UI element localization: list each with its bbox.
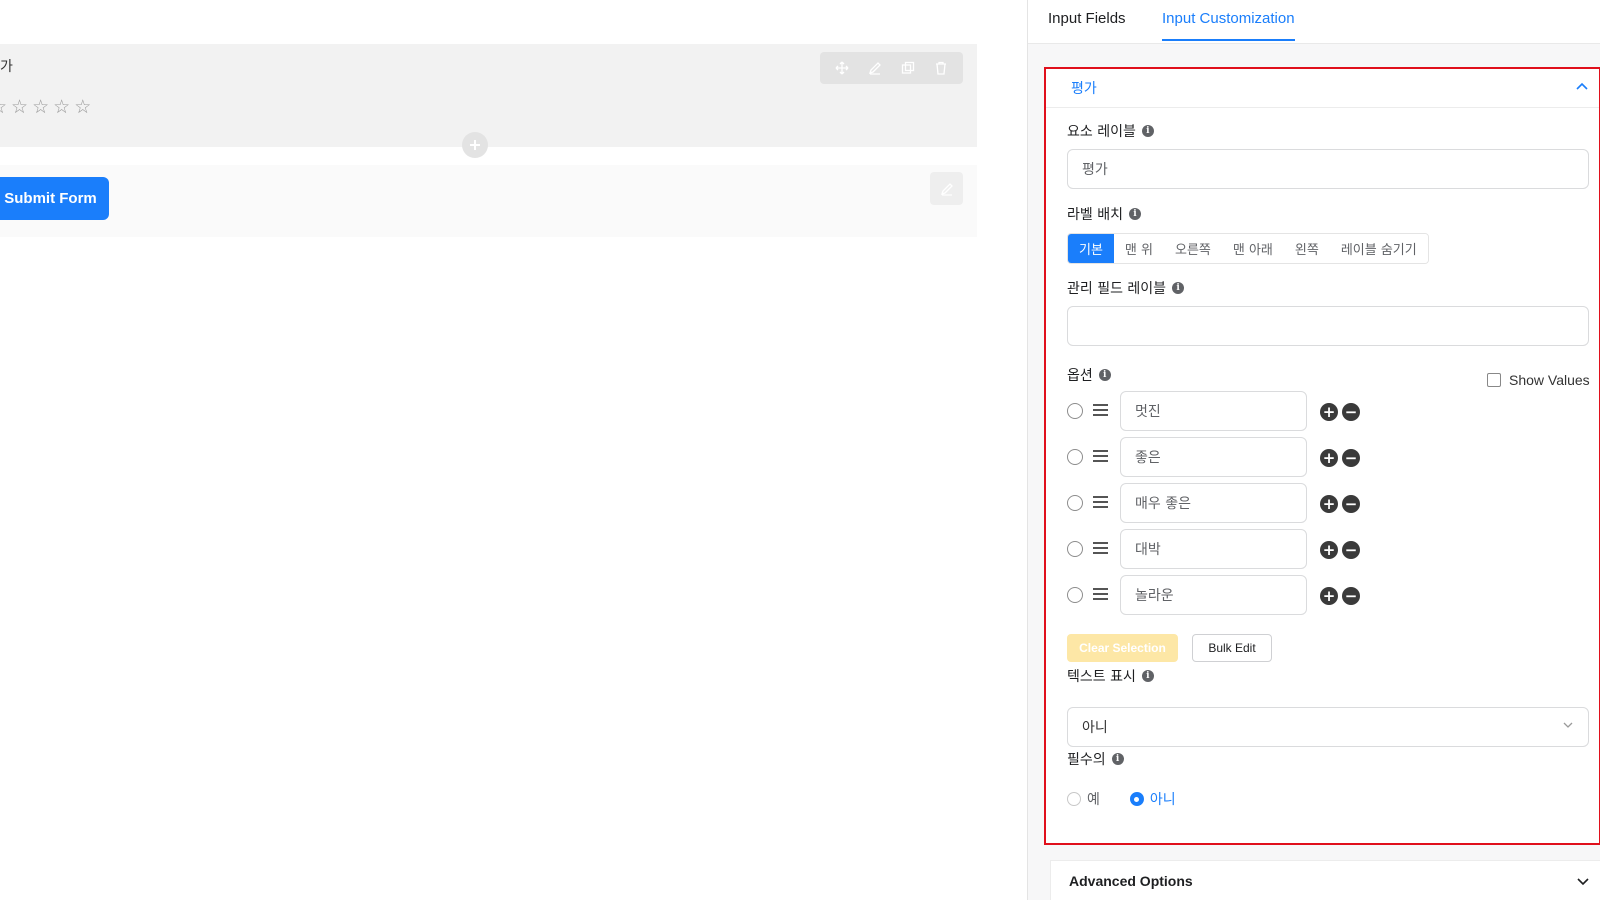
tab-input-customization[interactable]: Input Customization <box>1162 10 1295 41</box>
options-heading: 옵션 i <box>1067 365 1111 385</box>
submit-row: Submit Form <box>0 165 977 237</box>
clear-selection-button[interactable]: Clear Selection <box>1067 634 1178 662</box>
remove-option-icon[interactable]: − <box>1342 449 1360 467</box>
add-field-icon[interactable] <box>462 132 488 158</box>
option-default-radio[interactable] <box>1067 495 1083 511</box>
required-heading: 필수의 i <box>1067 749 1124 769</box>
admin-label-heading: 관리 필드 레이블 i <box>1067 278 1185 298</box>
list-item: 놀라운 + − <box>1067 575 1367 615</box>
rating-field-label: 가 <box>0 59 13 75</box>
show-values-toggle[interactable]: Show Values <box>1487 372 1590 388</box>
option-default-radio[interactable] <box>1067 449 1083 465</box>
star-icon[interactable]: ☆ <box>74 98 91 117</box>
option-input[interactable]: 멋진 <box>1120 391 1307 431</box>
placement-default[interactable]: 기본 <box>1068 234 1114 263</box>
text-display-select[interactable]: 아니 <box>1067 707 1589 747</box>
list-item: 좋은 + − <box>1067 437 1367 477</box>
option-input[interactable]: 대박 <box>1120 529 1307 569</box>
star-icon[interactable]: ☆ <box>53 98 70 117</box>
star-icon[interactable]: ☆ <box>32 98 49 117</box>
required-yes-radio[interactable] <box>1067 792 1081 806</box>
info-icon[interactable]: i <box>1128 208 1141 220</box>
drag-handle-icon[interactable] <box>1093 450 1108 465</box>
show-values-label: Show Values <box>1509 372 1590 388</box>
label-placement-group: 기본 맨 위 오른쪽 맨 아래 왼쪽 레이블 숨기기 <box>1067 233 1429 264</box>
add-option-icon[interactable]: + <box>1320 587 1338 605</box>
option-default-radio[interactable] <box>1067 587 1083 603</box>
trash-icon[interactable] <box>930 57 952 79</box>
tab-input-fields[interactable]: Input Fields <box>1048 10 1126 39</box>
drag-handle-icon[interactable] <box>1093 542 1108 557</box>
bulk-edit-button[interactable]: Bulk Edit <box>1192 634 1272 662</box>
field-toolbar <box>820 52 963 84</box>
element-label-heading: 요소 레이블 i <box>1067 121 1154 141</box>
form-canvas: 가 ☆ ☆ ☆ ☆ ☆ Submit Form <box>0 0 1027 900</box>
list-item: 대박 + − <box>1067 529 1367 569</box>
remove-option-icon[interactable]: − <box>1342 495 1360 513</box>
element-label-input[interactable]: 평가 <box>1067 149 1589 189</box>
label-placement-text: 라벨 배치 <box>1067 207 1123 223</box>
rating-stars: ☆ ☆ ☆ ☆ ☆ <box>0 98 91 117</box>
drag-handle-icon[interactable] <box>1093 588 1108 603</box>
option-input[interactable]: 놀라운 <box>1120 575 1307 615</box>
placement-top[interactable]: 맨 위 <box>1113 234 1164 263</box>
admin-label-input[interactable] <box>1067 306 1589 346</box>
required-yes-label[interactable]: 예 <box>1087 789 1100 809</box>
panel-tabs: Input Fields Input Customization <box>1028 0 1600 44</box>
option-default-radio[interactable] <box>1067 403 1083 419</box>
label-placement-heading: 라벨 배치 i <box>1067 204 1141 224</box>
advanced-options-title: Advanced Options <box>1069 873 1193 889</box>
placement-bottom[interactable]: 맨 아래 <box>1221 234 1284 263</box>
list-item: 매우 좋은 + − <box>1067 483 1367 523</box>
info-icon[interactable]: i <box>1141 670 1154 682</box>
placement-left[interactable]: 왼쪽 <box>1283 234 1330 263</box>
show-values-checkbox[interactable] <box>1487 373 1501 387</box>
move-icon[interactable] <box>831 57 853 79</box>
advanced-options-header[interactable]: Advanced Options <box>1050 860 1600 900</box>
edit-icon[interactable] <box>930 172 963 205</box>
list-item: 멋진 + − <box>1067 391 1367 431</box>
option-input[interactable]: 매우 좋은 <box>1120 483 1307 523</box>
chevron-down-icon[interactable] <box>1576 873 1590 892</box>
remove-option-icon[interactable]: − <box>1342 541 1360 559</box>
duplicate-icon[interactable] <box>897 57 919 79</box>
info-icon[interactable]: i <box>1172 282 1185 294</box>
text-display-text: 텍스트 표시 <box>1067 669 1136 685</box>
add-option-icon[interactable]: + <box>1320 495 1338 513</box>
card-title: 평가 <box>1071 81 1097 97</box>
option-default-radio[interactable] <box>1067 541 1083 557</box>
star-icon[interactable]: ☆ <box>0 98 7 117</box>
required-radio-group: 예 아니 <box>1067 789 1176 809</box>
info-icon[interactable]: i <box>1098 369 1111 381</box>
drag-handle-icon[interactable] <box>1093 496 1108 511</box>
add-option-icon[interactable]: + <box>1320 449 1338 467</box>
required-no-radio[interactable] <box>1129 792 1144 806</box>
card-header[interactable]: 평가 <box>1046 69 1599 108</box>
rating-settings-card: 평가 요소 레이블 i 평가 라벨 배치 i 기본 맨 위 오른쪽 맨 아래 왼… <box>1044 67 1600 845</box>
edit-icon[interactable] <box>864 57 886 79</box>
star-icon[interactable]: ☆ <box>11 98 28 117</box>
required-no-label[interactable]: 아니 <box>1150 789 1176 809</box>
drag-handle-icon[interactable] <box>1093 404 1108 419</box>
settings-panel: Input Fields Input Customization 평가 요소 레… <box>1027 0 1600 900</box>
text-display-heading: 텍스트 표시 i <box>1067 666 1154 686</box>
chevron-down-icon <box>1562 719 1574 735</box>
add-option-icon[interactable]: + <box>1320 541 1338 559</box>
submit-form-button[interactable]: Submit Form <box>0 177 109 220</box>
element-label-text: 요소 레이블 <box>1067 124 1136 140</box>
info-icon[interactable]: i <box>1111 753 1124 765</box>
rating-field-preview[interactable]: 가 ☆ ☆ ☆ ☆ ☆ <box>0 44 977 147</box>
admin-label-text: 관리 필드 레이블 <box>1067 281 1167 297</box>
remove-option-icon[interactable]: − <box>1342 403 1360 421</box>
required-text: 필수의 <box>1067 752 1106 768</box>
remove-option-icon[interactable]: − <box>1342 587 1360 605</box>
options-text: 옵션 <box>1067 368 1093 384</box>
text-display-value: 아니 <box>1082 720 1108 736</box>
placement-hide[interactable]: 레이블 숨기기 <box>1329 234 1428 263</box>
add-option-icon[interactable]: + <box>1320 403 1338 421</box>
chevron-up-icon[interactable] <box>1575 79 1589 98</box>
option-input[interactable]: 좋은 <box>1120 437 1307 477</box>
info-icon[interactable]: i <box>1141 125 1154 137</box>
placement-right[interactable]: 오른쪽 <box>1163 234 1222 263</box>
